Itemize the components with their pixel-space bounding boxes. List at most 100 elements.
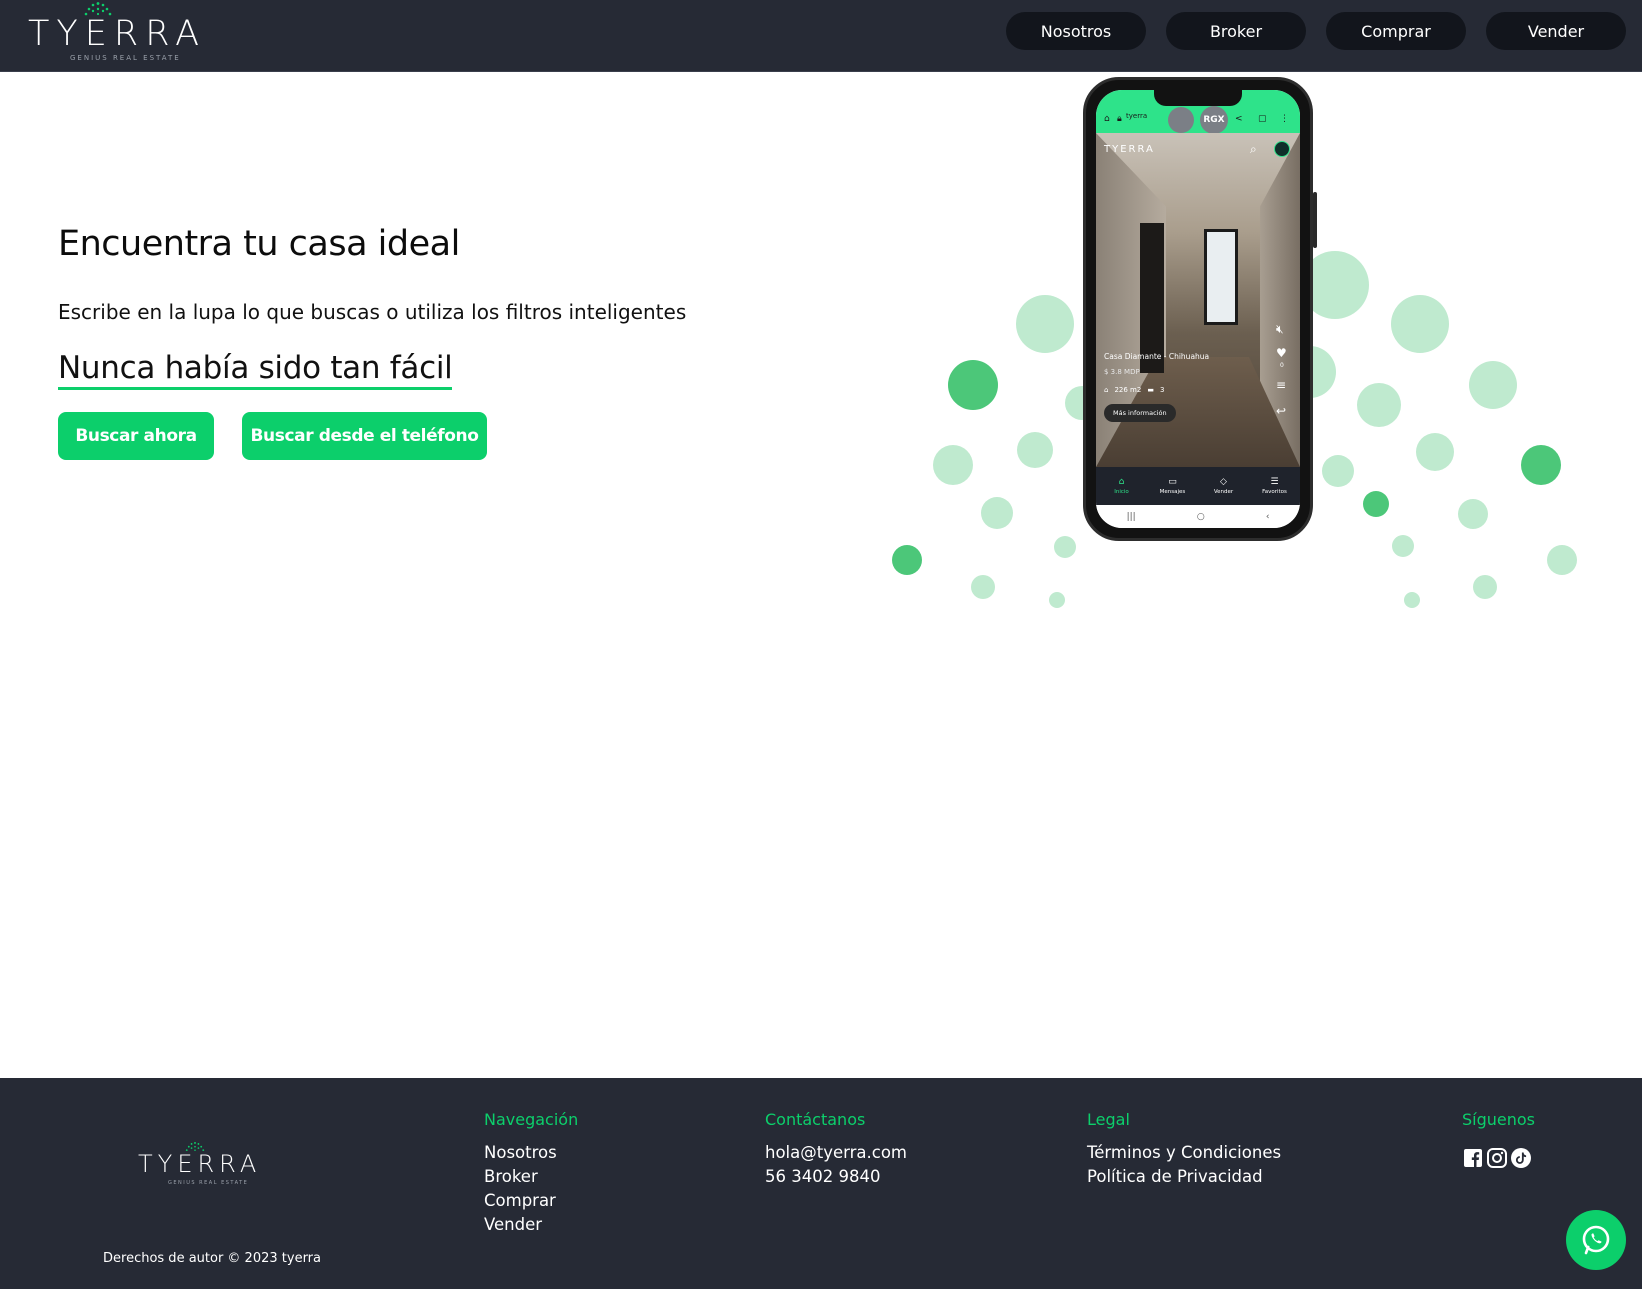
dot bbox=[1521, 445, 1561, 485]
dot bbox=[1473, 575, 1497, 599]
social-links bbox=[1463, 1148, 1531, 1168]
whatsapp-button[interactable] bbox=[1566, 1210, 1626, 1270]
home-icon: ⌂ bbox=[1118, 477, 1125, 487]
tab-label: Mensajes bbox=[1159, 489, 1186, 495]
listing-title: Casa Diamante - Chihuahua bbox=[1104, 352, 1210, 361]
footer-nav-column: Navegación Nosotros Broker Comprar Vende… bbox=[484, 1110, 578, 1237]
dot bbox=[1416, 433, 1454, 471]
footer-contact-heading: Contáctanos bbox=[765, 1110, 866, 1129]
dot bbox=[892, 545, 922, 575]
dot bbox=[1322, 455, 1354, 487]
terms-link[interactable]: Términos y Condiciones bbox=[1087, 1141, 1281, 1165]
footer-contact-column: Contáctanos hola@tyerra.com 56 3402 9840 bbox=[765, 1110, 907, 1189]
tab-vender[interactable]: ◇ Vender bbox=[1198, 467, 1249, 505]
share-icon: < bbox=[1235, 114, 1243, 124]
browser-url: tyerra bbox=[1126, 112, 1148, 120]
site-header: TYERRA GENIUS REAL ESTATE Nosotros Broke… bbox=[0, 0, 1642, 72]
tab-label: Vender bbox=[1213, 489, 1234, 495]
footer-logo[interactable]: TYERRA GENIUS REAL ESTATE bbox=[138, 1140, 278, 1190]
mute-icon[interactable]: 🔇︎ bbox=[1276, 322, 1284, 337]
avatar[interactable] bbox=[1274, 141, 1290, 157]
tab-label: Inicio bbox=[1114, 489, 1129, 495]
privacy-link[interactable]: Política de Privacidad bbox=[1087, 1165, 1281, 1189]
site-logo[interactable]: TYERRA GENIUS REAL ESTATE bbox=[28, 0, 208, 66]
instagram-icon[interactable] bbox=[1487, 1148, 1507, 1168]
add-to-list-icon[interactable]: ≡ bbox=[1276, 378, 1286, 392]
phone-notch bbox=[1154, 90, 1242, 106]
corridor-door-frame bbox=[1140, 223, 1164, 373]
dot bbox=[1016, 295, 1074, 353]
corridor-end-door bbox=[1204, 229, 1238, 325]
dot bbox=[1054, 536, 1076, 558]
main-nav: Nosotros Broker Comprar Vender bbox=[1006, 12, 1626, 50]
tiktok-icon[interactable] bbox=[1511, 1148, 1531, 1168]
android-nav-bar: ||| ○ ‹ bbox=[1096, 505, 1300, 528]
footer-link-broker[interactable]: Broker bbox=[484, 1165, 578, 1189]
tab-count-icon: ▢ bbox=[1258, 114, 1267, 124]
dot bbox=[1392, 535, 1414, 557]
recent-apps-icon[interactable]: ||| bbox=[1127, 512, 1136, 522]
contact-phone-link[interactable]: 56 3402 9840 bbox=[765, 1165, 907, 1189]
more-icon: ⋮ bbox=[1280, 114, 1289, 124]
message-icon: ▭ bbox=[1168, 477, 1177, 487]
footer-nav-heading: Navegación bbox=[484, 1110, 579, 1129]
dot bbox=[1049, 592, 1065, 608]
dot bbox=[933, 445, 973, 485]
footer-logo-tagline: GENIUS REAL ESTATE bbox=[168, 1180, 249, 1186]
tab-mensajes[interactable]: ▭ Mensajes bbox=[1147, 467, 1198, 505]
logo-tagline: GENIUS REAL ESTATE bbox=[70, 54, 181, 62]
nav-nosotros-button[interactable]: Nosotros bbox=[1006, 12, 1146, 50]
facebook-icon[interactable] bbox=[1463, 1148, 1483, 1168]
nav-vender-button[interactable]: Vender bbox=[1486, 12, 1626, 50]
bed-icon: ▬ bbox=[1147, 386, 1154, 394]
nav-comprar-button[interactable]: Comprar bbox=[1326, 12, 1466, 50]
back-icon[interactable]: ‹ bbox=[1266, 512, 1270, 522]
house-icon: ⌂ bbox=[1104, 386, 1109, 394]
search-from-phone-button[interactable]: Buscar desde el teléfono bbox=[242, 412, 487, 460]
dot bbox=[981, 497, 1013, 529]
app-logo: TYERRA bbox=[1104, 144, 1155, 155]
more-info-button[interactable]: Más información bbox=[1104, 404, 1176, 422]
dot bbox=[1547, 545, 1577, 575]
tag-icon: ◇ bbox=[1220, 477, 1227, 487]
contact-email-link[interactable]: hola@tyerra.com bbox=[765, 1141, 907, 1165]
reply-icon[interactable]: ↩ bbox=[1276, 404, 1286, 418]
browser-badge: RGX bbox=[1200, 106, 1228, 134]
home-icon: ⌂ bbox=[1104, 114, 1110, 124]
dot bbox=[1391, 295, 1449, 353]
site-footer: TYERRA GENIUS REAL ESTATE Derechos de au… bbox=[0, 1078, 1642, 1289]
heart-icon[interactable]: ♥ bbox=[1276, 346, 1287, 360]
footer-logo-wordmark: TYERRA bbox=[138, 1150, 262, 1178]
footer-link-comprar[interactable]: Comprar bbox=[484, 1189, 578, 1213]
search-icon[interactable]: ⌕ bbox=[1250, 142, 1257, 157]
footer-social-heading: Síguenos bbox=[1462, 1110, 1536, 1129]
tabs-icon bbox=[1168, 107, 1194, 133]
dot bbox=[1469, 361, 1517, 409]
dot bbox=[971, 575, 995, 599]
phone-side-button bbox=[1313, 192, 1317, 248]
nav-broker-button[interactable]: Broker bbox=[1166, 12, 1306, 50]
whatsapp-icon bbox=[1582, 1225, 1610, 1255]
footer-legal-heading: Legal bbox=[1087, 1110, 1130, 1129]
dot bbox=[1357, 383, 1401, 427]
footer-link-vender[interactable]: Vender bbox=[484, 1213, 578, 1237]
phone-screen: ⌂ 🔒︎ tyerra RGX < ▢ ⋮ TYERRA ⌕ 🔇︎ ♥ 0 ≡ … bbox=[1096, 90, 1300, 528]
tab-favoritos[interactable]: ☰ Favoritos bbox=[1249, 467, 1300, 505]
footer-legal-column: Legal Términos y Condiciones Política de… bbox=[1087, 1110, 1281, 1189]
copyright: Derechos de autor © 2023 tyerra bbox=[103, 1251, 321, 1266]
lock-icon: 🔒︎ bbox=[1117, 114, 1122, 124]
app-tabbar: ⌂ Inicio ▭ Mensajes ◇ Vender ☰ Favoritos bbox=[1096, 467, 1300, 505]
list-icon: ☰ bbox=[1270, 477, 1279, 487]
hero-title: Encuentra tu casa ideal bbox=[58, 224, 460, 264]
listing-rooms: 3 bbox=[1159, 386, 1165, 394]
hero-tagline: Nunca había sido tan fácil bbox=[58, 350, 453, 390]
search-now-button[interactable]: Buscar ahora bbox=[58, 412, 214, 460]
logo-wordmark: TYERRA bbox=[28, 14, 207, 54]
home-button-icon[interactable]: ○ bbox=[1197, 512, 1205, 522]
tab-inicio[interactable]: ⌂ Inicio bbox=[1096, 467, 1147, 505]
dot bbox=[1458, 499, 1488, 529]
listing-area: 226 m2 bbox=[1114, 386, 1142, 394]
like-count: 0 bbox=[1280, 362, 1284, 369]
footer-link-nosotros[interactable]: Nosotros bbox=[484, 1141, 578, 1165]
hero-subtitle: Escribe en la lupa lo que buscas o utili… bbox=[58, 300, 687, 324]
